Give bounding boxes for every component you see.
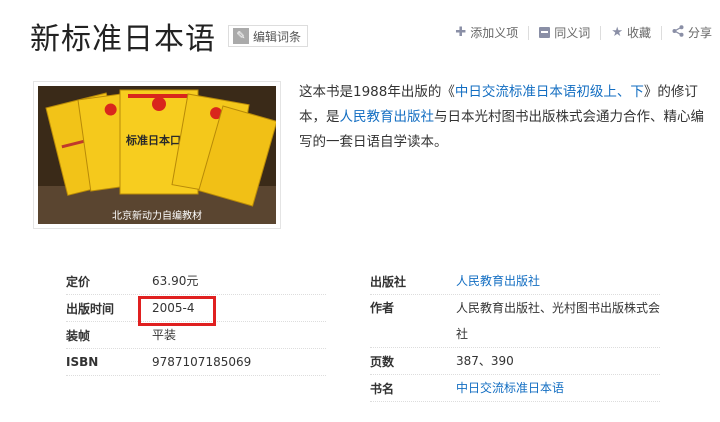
info-row-isbn: ISBN 9787107185069 (66, 349, 326, 376)
book-name-link[interactable]: 中日交流标准日本语 (456, 381, 564, 395)
publish-date-highlight-box (138, 296, 216, 326)
info-key: 出版社 (370, 274, 407, 289)
pencil-icon: ✎ (233, 28, 249, 44)
favorite-label: 收藏 (626, 26, 651, 40)
star-icon: ★ (611, 25, 623, 40)
edit-entry-label: 编辑词条 (253, 29, 302, 44)
summary-link-book[interactable]: 中日交流标准日本语初级上、下 (455, 84, 644, 100)
info-row-publisher: 出版社 人民教育出版社 (370, 268, 660, 295)
info-value: 9787107185069 (152, 355, 252, 369)
book-cover-image[interactable]: 标准日本口语 北京新动力自编教材 (33, 81, 281, 229)
book-photo: 标准日本口语 北京新动力自编教材 (38, 86, 276, 224)
summary-link-publisher[interactable]: 人民教育出版社 (340, 109, 435, 125)
info-key: ISBN (66, 355, 99, 369)
info-row-book-name: 书名 中日交流标准日本语 (370, 375, 660, 402)
info-key: 作者 (370, 301, 395, 315)
page-title: 新标准日本语 (30, 22, 216, 57)
edit-entry-button[interactable]: ✎ 编辑词条 (228, 25, 309, 47)
summary-paragraph: 这本书是1988年出版的《中日交流标准日本语初级上、下》的修订本，是人民教育出版… (299, 80, 709, 155)
share-button[interactable]: 分享 (672, 24, 712, 41)
info-key: 定价 (66, 274, 91, 289)
info-row-author: 作者 人民教育出版社、光村图书出版株式会社 (370, 295, 660, 348)
synonym-icon (539, 27, 551, 38)
share-label: 分享 (687, 26, 712, 40)
info-key: 装帧 (66, 328, 91, 343)
info-row-pages: 页数 387、390 (370, 348, 660, 375)
info-row-price: 定价 63.90元 (66, 268, 326, 295)
basic-info-right: 出版社 人民教育出版社 作者 人民教育出版社、光村图书出版株式会社 页数 387… (370, 268, 660, 402)
plus-icon: ✚ (455, 25, 467, 40)
info-value: 人民教育出版社 (456, 268, 540, 294)
image-caption: 北京新动力自编教材 (112, 209, 202, 222)
divider (600, 25, 602, 40)
add-tag-label: 添加义项 (470, 26, 519, 40)
info-value: 387、390 (456, 354, 514, 368)
divider (660, 25, 662, 40)
info-key: 页数 (370, 354, 395, 369)
divider (528, 25, 530, 40)
synonym-label: 同义词 (554, 26, 591, 40)
favorite-button[interactable]: ★ 收藏 (611, 24, 651, 41)
publisher-link[interactable]: 人民教育出版社 (456, 274, 540, 288)
entry-actions: ✚ 添加义项 同义词 ★ 收藏 分享 (455, 24, 712, 41)
title-row: 新标准日本语 ✎ 编辑词条 (30, 14, 309, 58)
share-icon (672, 24, 684, 41)
info-value: 人民教育出版社、光村图书出版株式会社 (456, 301, 661, 341)
summary-text: 这本书是1988年出版的《 (299, 84, 455, 100)
synonym-button[interactable]: 同义词 (539, 24, 590, 41)
info-value: 63.90元 (152, 274, 199, 288)
info-value: 中日交流标准日本语 (456, 375, 564, 401)
info-key: 书名 (370, 381, 395, 396)
add-tag-button[interactable]: ✚ 添加义项 (455, 24, 518, 41)
info-row-binding: 装帧 平装 (66, 322, 326, 349)
